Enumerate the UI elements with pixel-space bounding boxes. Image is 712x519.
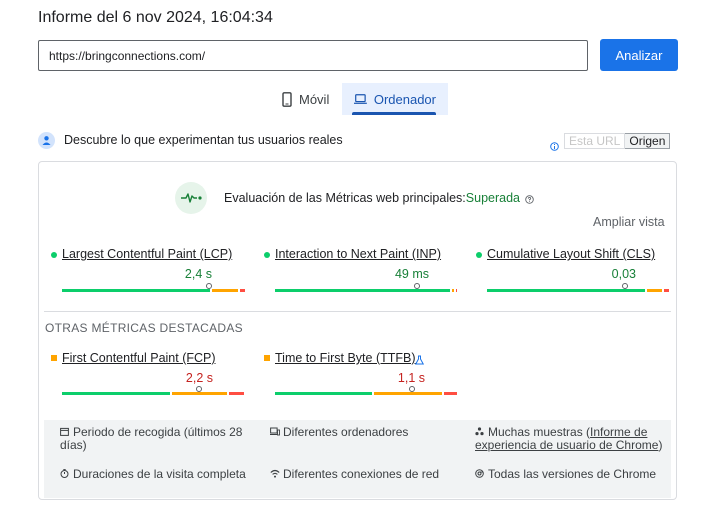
metric-inp-label[interactable]: Interaction to Next Paint (INP) [275, 247, 441, 261]
url-input[interactable] [38, 40, 588, 71]
metric-lcp-label[interactable]: Largest Contentful Paint (LCP) [62, 247, 232, 261]
bar-segment-poor [456, 289, 457, 292]
rating-dot [264, 252, 270, 258]
bar-segment-poor [240, 289, 245, 292]
rating-dot [51, 252, 57, 258]
footer-period-text: Periodo de recogida (últimos 28 días) [60, 425, 243, 452]
bar-segment-poor [444, 392, 457, 395]
tab-desktop-label: Ordenador [373, 91, 436, 107]
footer-devices-text: Diferentes ordenadores [283, 425, 409, 439]
metric-lcp-value: 2,4 s [184, 267, 212, 281]
footer-versions: Todas las versiones de Chrome [475, 468, 665, 481]
phone-icon [282, 91, 292, 107]
samples-icon [475, 426, 484, 436]
flask-icon [414, 352, 425, 370]
bar-segment-poor [664, 289, 669, 292]
tab-mobile-label: Móvil [299, 91, 330, 107]
p75-marker [413, 283, 420, 289]
chrome-icon [475, 468, 484, 478]
tab-mobile[interactable]: Móvil [270, 83, 341, 115]
timer-icon [60, 468, 69, 478]
footer-durations-text: Duraciones de la visita completa [73, 467, 246, 481]
metric-cls-label[interactable]: Cumulative Layout Shift (CLS) [487, 247, 655, 261]
metric-cls-bar [487, 289, 671, 292]
bar-segment-good [275, 392, 372, 395]
footer-period: Periodo de recogida (últimos 28 días) [60, 426, 250, 451]
laptop-icon [354, 94, 367, 104]
metric-fcp-label[interactable]: First Contentful Paint (FCP) [62, 351, 216, 365]
help-icon[interactable] [525, 193, 534, 207]
bar-segment-poor [229, 392, 244, 395]
metric-fcp-value: 2,2 s [185, 371, 213, 385]
footer-connections-text: Diferentes conexiones de red [283, 467, 440, 481]
tab-active-indicator [352, 112, 436, 115]
bar-segment-average [212, 289, 238, 292]
section-divider [44, 311, 671, 312]
expand-view-link[interactable]: Ampliar vista [593, 215, 665, 229]
users-icon [38, 132, 55, 149]
footer-connections: Diferentes conexiones de red [270, 468, 465, 481]
footer-samples: Muchas muestras (Informe de experiencia … [475, 426, 665, 451]
footer-versions-text: Todas las versiones de Chrome [488, 467, 657, 481]
bar-segment-good [275, 289, 451, 292]
bar-segment-good [62, 392, 170, 395]
rating-square [264, 355, 270, 361]
calendar-icon [60, 426, 69, 436]
footer-samples-suffix: ) [658, 437, 663, 452]
rating-dot [476, 252, 482, 258]
rating-square [51, 355, 57, 361]
other-metrics-heading: OTRAS MÉTRICAS DESTACADAS [45, 321, 243, 335]
bar-segment-average [374, 392, 442, 395]
toggle-this-url[interactable]: Esta URL [564, 133, 626, 149]
assessment-status: Superada [465, 191, 521, 205]
analyze-button[interactable]: Analizar [600, 39, 678, 71]
metric-cls-value: 0,03 [611, 267, 636, 281]
metric-inp-bar [275, 289, 459, 292]
metric-inp-value: 49 ms [394, 267, 429, 281]
metric-ttfb-value: 1,1 s [397, 371, 425, 385]
devices-icon [270, 426, 280, 436]
bar-segment-average [172, 392, 227, 395]
metric-fcp-bar [62, 392, 246, 395]
toggle-origin[interactable]: Origen [625, 133, 671, 149]
bar-segment-good [487, 289, 645, 292]
bar-segment-average [647, 289, 662, 292]
metric-ttfb-bar [275, 392, 459, 395]
url-origin-toggle: Esta URL Origen [564, 133, 671, 149]
metric-lcp-bar [62, 289, 247, 292]
bar-segment-good [62, 289, 210, 292]
assessment-result: Evaluación de las Métricas web principal… [224, 191, 534, 207]
tab-desktop[interactable]: Ordenador [342, 83, 448, 115]
info-icon[interactable] [550, 138, 559, 156]
bar-segment-average [452, 289, 454, 292]
metric-ttfb-label[interactable]: Time to First Byte (TTFB) [275, 351, 416, 365]
report-title: Informe del 6 nov 2024, 16:04:34 [38, 9, 273, 26]
footer-durations: Duraciones de la visita completa [60, 468, 250, 481]
crux-section-title: Descubre lo que experimentan tus usuario… [64, 133, 343, 147]
vitals-pulse-icon [175, 182, 207, 214]
assessment-label: Evaluación de las Métricas web principal… [224, 191, 466, 205]
wifi-icon [270, 468, 280, 478]
footer-devices: Diferentes ordenadores [270, 426, 465, 439]
p75-marker [622, 283, 628, 289]
